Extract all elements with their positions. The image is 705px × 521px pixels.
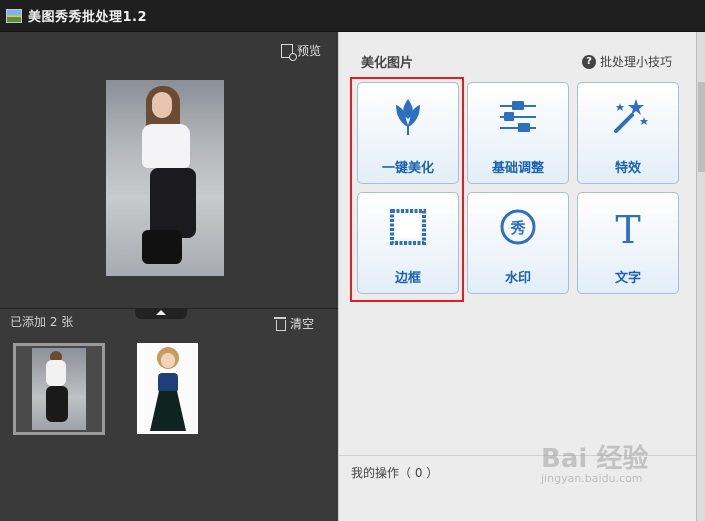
watermark-brand: Bai 经验 (541, 444, 649, 474)
tool-basic-adjust[interactable]: 基础调整 (467, 82, 569, 184)
watermark-url: jingyan.baidu.com (541, 472, 643, 485)
thumbnail-2[interactable] (137, 343, 198, 434)
tool-watermark[interactable]: 秀 水印 (467, 192, 569, 294)
tips-label: 批处理小技巧 (599, 55, 672, 69)
clear-button[interactable]: 清空 (274, 315, 314, 332)
tool-label: 一键美化 (381, 161, 434, 176)
tool-frame[interactable]: 边框 (357, 192, 459, 294)
right-scrollbar[interactable] (696, 32, 705, 521)
title-bar: 美图秀秀批处理1.2 (0, 0, 705, 32)
tool-label: 边框 (394, 271, 421, 286)
tool-label: 特效 (614, 161, 641, 176)
clear-label: 清空 (290, 317, 315, 331)
collapse-toggle-icon[interactable] (135, 308, 187, 319)
svg-text:T: T (615, 208, 640, 249)
my-operations[interactable]: 我的操作（ 0 ） (351, 464, 438, 481)
watermark-icon: 秀 (496, 205, 540, 249)
tool-one-click-beautify[interactable]: 一键美化 (357, 82, 459, 184)
panel-title: 美化图片 (361, 56, 414, 71)
frame-icon (386, 205, 430, 249)
preview-label: 预览 (296, 44, 321, 58)
preview-area: 预览 (0, 32, 338, 308)
tool-label: 文字 (614, 271, 641, 286)
trash-icon (274, 317, 286, 331)
sliders-icon (496, 95, 540, 139)
tool-text[interactable]: T 文字 (577, 192, 679, 294)
magic-wand-icon (606, 95, 650, 139)
preview-button[interactable]: 预览 (280, 42, 321, 61)
main-preview-image (106, 80, 224, 276)
preview-icon (280, 43, 297, 61)
tool-effects[interactable]: 特效 (577, 82, 679, 184)
scrollbar-thumb[interactable] (698, 82, 705, 172)
tulip-icon (386, 95, 430, 139)
thumbnail-1[interactable] (13, 343, 105, 435)
svg-text:秀: 秀 (509, 219, 526, 237)
window-title: 美图秀秀批处理1.2 (28, 10, 148, 25)
app-icon (6, 8, 22, 23)
tips-link[interactable]: ? 批处理小技巧 (581, 53, 672, 70)
left-panel: 预览 已添加 2 张 清空 (0, 32, 338, 521)
added-count: 已添加 2 张 (10, 315, 74, 329)
help-icon: ? (581, 54, 596, 69)
tool-label: 基础调整 (491, 161, 544, 176)
text-icon: T (606, 205, 650, 252)
watermark: Bai 经验 jingyan.baidu.com (541, 438, 671, 500)
tool-label: 水印 (504, 271, 531, 286)
